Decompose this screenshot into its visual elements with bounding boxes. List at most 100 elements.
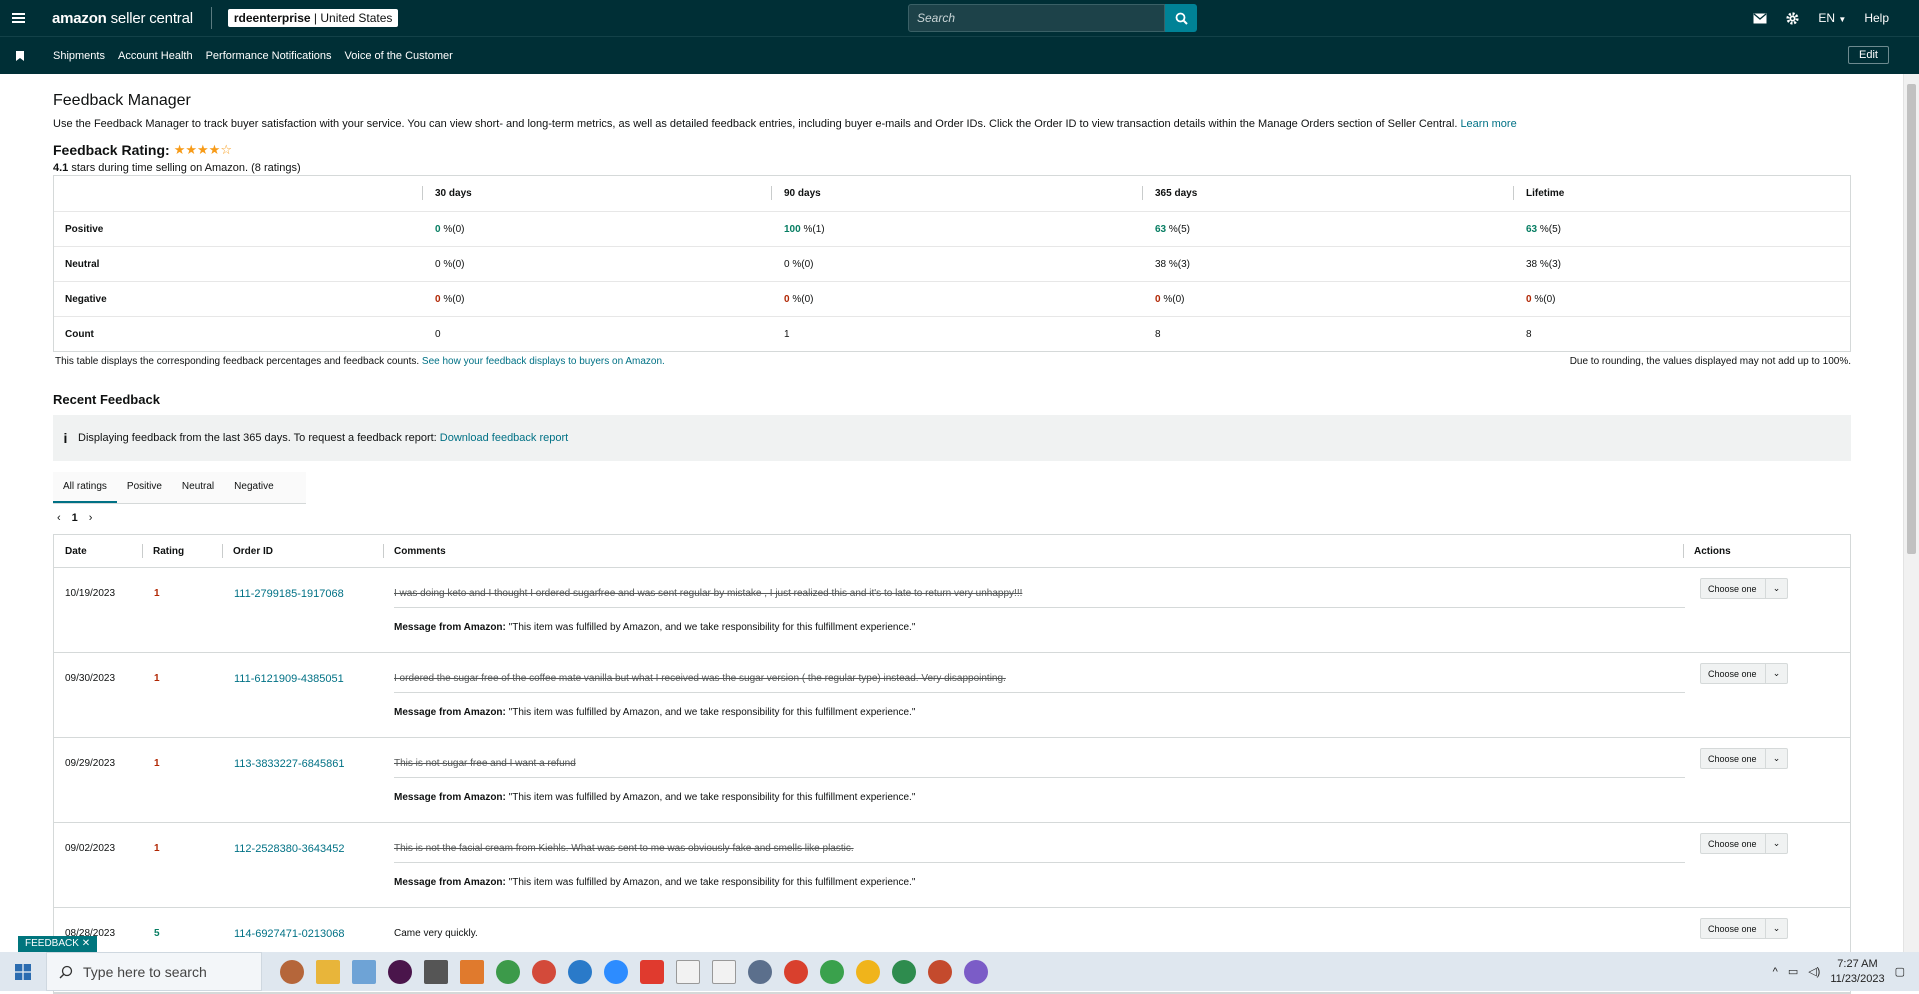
chrome-icon[interactable] (856, 959, 880, 984)
vertical-scrollbar[interactable] (1903, 74, 1919, 952)
edit-bookmarks-button[interactable]: Edit (1848, 46, 1889, 64)
chrome-icon[interactable] (820, 959, 844, 984)
column-header: 30 days (422, 186, 771, 200)
chrome-icon[interactable] (496, 959, 520, 984)
chrome-icon[interactable] (532, 959, 556, 984)
chrome-icon[interactable] (892, 959, 916, 984)
taskbar-search-input[interactable]: Type here to search (46, 952, 262, 991)
nav-account-health[interactable]: Account Health (118, 50, 193, 62)
feedback-rating: 1 (154, 843, 160, 854)
windows-taskbar: Type here to search ^ ▭ ◁) 7:27 AM 11/23… (0, 952, 1919, 991)
feedback-comment: I was doing keto and I thought I ordered… (394, 588, 1023, 599)
mail-icon[interactable] (1753, 13, 1767, 24)
amazon-message: Message from Amazon: "This item was fulf… (394, 622, 916, 633)
order-id-link[interactable]: 114-6927471-0213068 (234, 928, 345, 940)
tab-all-ratings[interactable]: All ratings (53, 472, 117, 503)
divider (394, 777, 1685, 778)
feedback-date: 10/19/2023 (65, 588, 116, 599)
order-id-link[interactable]: 113-3833227-6845861 (234, 758, 345, 770)
metrics-row-neutral: Neutral 0 %(0) 0 %(0) 38 %(3) 38 %(3) (54, 246, 1850, 281)
nav-performance-notifications[interactable]: Performance Notifications (206, 50, 332, 62)
search-icon (59, 965, 73, 978)
app-icon[interactable] (640, 959, 664, 984)
divider (394, 692, 1685, 693)
feedback-button[interactable]: FEEDBACK ✕ (18, 936, 98, 952)
chevron-right-icon[interactable]: › (89, 512, 93, 524)
chrome-icon[interactable] (964, 959, 988, 984)
chevron-down-icon: ⌄ (1765, 919, 1787, 938)
column-header: Comments (383, 543, 1683, 558)
row-label: Neutral (65, 258, 100, 270)
clock[interactable]: 7:27 AM 11/23/2023 (1830, 957, 1884, 987)
info-alert: i Displaying feedback from the last 365 … (53, 415, 1851, 461)
close-icon[interactable]: ✕ (82, 938, 90, 949)
search-input[interactable]: Search (908, 4, 1165, 32)
amazon-seller-central-logo[interactable]: amazon seller central (52, 10, 193, 27)
calculator-icon[interactable] (424, 959, 448, 984)
page-title: Feedback Manager (53, 92, 191, 109)
current-page[interactable]: 1 (72, 512, 78, 524)
nav-shipments[interactable]: Shipments (53, 50, 105, 62)
action-dropdown[interactable]: Choose one ⌄ (1700, 748, 1788, 769)
table-row: 09/29/2023 1 113-3833227-6845861 This is… (54, 738, 1850, 823)
order-id-link[interactable]: 111-6121909-4385051 (234, 673, 344, 685)
star-rating-icon: ★★★★☆ (173, 142, 232, 157)
outlook-icon[interactable] (460, 959, 484, 984)
feedback-rating-heading: Feedback Rating: ★★★★☆ (53, 142, 232, 158)
chevron-left-icon[interactable]: ‹ (57, 512, 61, 524)
action-dropdown[interactable]: Choose one ⌄ (1700, 833, 1788, 854)
action-dropdown[interactable]: Choose one ⌄ (1700, 578, 1788, 599)
divider (394, 607, 1685, 608)
zoom-icon[interactable] (604, 959, 628, 984)
recent-feedback-heading: Recent Feedback (53, 392, 160, 407)
chrome-icon[interactable] (568, 959, 592, 984)
hamburger-menu-icon[interactable] (0, 0, 36, 36)
weather-widget-icon[interactable] (280, 959, 304, 984)
chevron-up-icon[interactable]: ^ (1773, 966, 1778, 978)
system-tray: ^ ▭ ◁) 7:27 AM 11/23/2023 ▢ (1773, 952, 1905, 991)
network-icon[interactable]: ▭ (1788, 965, 1798, 978)
column-header: Date (65, 545, 87, 557)
amazon-message: Message from Amazon: "This item was fulf… (394, 792, 916, 803)
tab-neutral[interactable]: Neutral (172, 472, 224, 503)
order-id-link[interactable]: 111-2799185-1917068 (234, 588, 344, 600)
order-id-link[interactable]: 112-2528380-3643452 (234, 843, 345, 855)
stock-chart-icon[interactable] (676, 959, 700, 984)
chrome-icon[interactable] (928, 959, 952, 984)
windows-start-icon[interactable] (0, 952, 46, 991)
notification-icon[interactable]: ▢ (1895, 965, 1905, 978)
feedback-table: Date Rating Order ID Comments Actions 10… (53, 534, 1851, 994)
chevron-down-icon: ⌄ (1765, 749, 1787, 768)
volume-icon[interactable]: ◁) (1808, 965, 1820, 978)
divider (394, 862, 1685, 863)
search-bar: Search (908, 4, 1197, 32)
download-report-link[interactable]: Download feedback report (440, 432, 568, 444)
language-selector[interactable]: EN ▼ (1818, 11, 1846, 25)
tab-positive[interactable]: Positive (117, 472, 172, 503)
feedback-rating: 1 (154, 588, 160, 599)
action-dropdown[interactable]: Choose one ⌄ (1700, 918, 1788, 939)
tab-negative[interactable]: Negative (224, 472, 283, 503)
search-button[interactable] (1165, 4, 1197, 32)
stock-chart-icon[interactable] (712, 959, 736, 984)
scrollbar-thumb[interactable] (1907, 84, 1916, 554)
feedback-date: 09/30/2023 (65, 673, 116, 684)
notepad-icon[interactable] (352, 959, 376, 984)
info-icon: i (63, 430, 68, 446)
chrome-icon[interactable] (784, 959, 808, 984)
action-dropdown[interactable]: Choose one ⌄ (1700, 663, 1788, 684)
top-right-actions: EN ▼ Help (1753, 0, 1889, 36)
store-selector[interactable]: rdeenterprise | United States (227, 9, 399, 27)
file-explorer-icon[interactable] (316, 959, 340, 984)
column-header: Rating (142, 543, 222, 558)
feedback-rating: 5 (154, 928, 160, 939)
bookmark-icon[interactable] (0, 50, 40, 61)
help-link[interactable]: Help (1864, 11, 1889, 25)
metrics-header-row: 30 days 90 days 365 days Lifetime (54, 176, 1850, 211)
slack-icon[interactable] (388, 959, 412, 984)
nav-voice-of-customer[interactable]: Voice of the Customer (345, 50, 453, 62)
feedback-display-link[interactable]: See how your feedback displays to buyers… (422, 356, 665, 367)
gear-icon[interactable] (1785, 11, 1800, 26)
chrome-icon[interactable] (748, 959, 772, 984)
learn-more-link[interactable]: Learn more (1460, 118, 1516, 130)
